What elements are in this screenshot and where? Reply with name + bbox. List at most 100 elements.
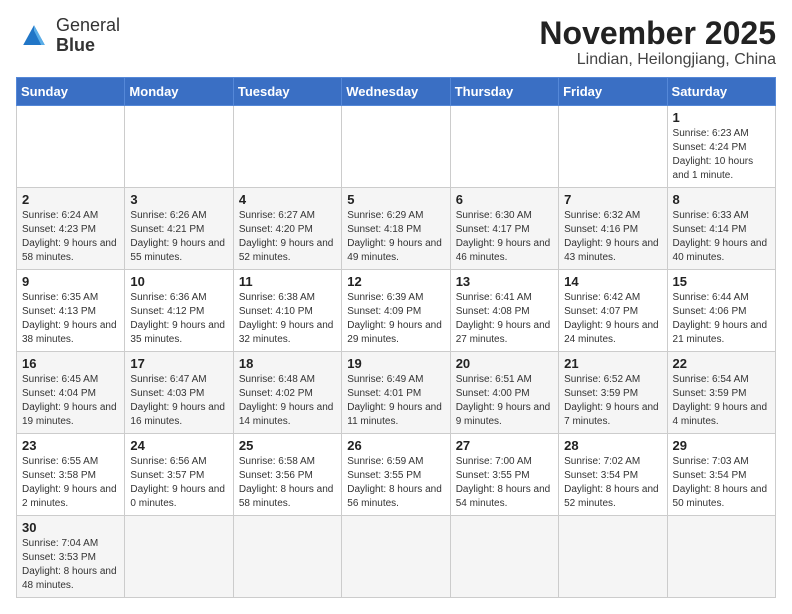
day-number: 30: [22, 520, 119, 535]
calendar-cell: 10 Sunrise: 6:36 AMSunset: 4:12 PMDayligh…: [125, 270, 233, 352]
day-number: 11: [239, 274, 336, 289]
calendar-week-1: 1 Sunrise: 6:23 AMSunset: 4:24 PMDaylight…: [17, 106, 776, 188]
calendar-week-2: 2Sunrise: 6:24 AMSunset: 4:23 PMDaylight…: [17, 188, 776, 270]
page-header: GeneralBlue November 2025 Lindian, Heilo…: [16, 16, 776, 69]
day-info: Sunrise: 6:58 AMSunset: 3:56 PMDaylight:…: [239, 455, 336, 511]
logo: GeneralBlue: [16, 16, 120, 56]
day-number: 29: [673, 438, 770, 453]
day-info: Sunrise: 6:29 AMSunset: 4:18 PMDaylight:…: [347, 209, 444, 265]
day-info: Sunrise: 6:47 AMSunset: 4:03 PMDaylight:…: [130, 373, 227, 429]
day-number: 27: [456, 438, 553, 453]
calendar-cell: 29 Sunrise: 7:03 AMSunset: 3:54 PMDayligh…: [667, 434, 775, 516]
day-number: 8: [673, 192, 770, 207]
day-number: 4: [239, 192, 336, 207]
generalblue-logo-icon: [16, 18, 52, 54]
day-info: Sunrise: 6:30 AMSunset: 4:17 PMDaylight:…: [456, 209, 553, 265]
calendar-cell: 16 Sunrise: 6:45 AMSunset: 4:04 PMDayligh…: [17, 352, 125, 434]
day-info: Sunrise: 6:26 AMSunset: 4:21 PMDaylight:…: [130, 209, 227, 265]
calendar-cell: 15Sunrise: 6:44 AMSunset: 4:06 PMDayligh…: [667, 270, 775, 352]
day-info: Sunrise: 6:55 AMSunset: 3:58 PMDaylight:…: [22, 455, 119, 511]
day-number: 26: [347, 438, 444, 453]
calendar-cell: [450, 106, 558, 188]
day-info: Sunrise: 7:03 AMSunset: 3:54 PMDaylight:…: [673, 455, 770, 511]
day-info: Sunrise: 6:45 AMSunset: 4:04 PMDaylight:…: [22, 373, 119, 429]
logo-text: GeneralBlue: [56, 16, 120, 56]
day-info: Sunrise: 6:32 AMSunset: 4:16 PMDaylight:…: [564, 209, 661, 265]
weekday-header-tuesday: Tuesday: [233, 78, 341, 106]
day-number: 28: [564, 438, 661, 453]
weekday-header-row: SundayMondayTuesdayWednesdayThursdayFrid…: [17, 78, 776, 106]
calendar-cell: 5 Sunrise: 6:29 AMSunset: 4:18 PMDaylight…: [342, 188, 450, 270]
calendar-week-3: 9 Sunrise: 6:35 AMSunset: 4:13 PMDaylight…: [17, 270, 776, 352]
calendar-cell: 24 Sunrise: 6:56 AMSunset: 3:57 PMDayligh…: [125, 434, 233, 516]
day-info: Sunrise: 6:33 AMSunset: 4:14 PMDaylight:…: [673, 209, 770, 265]
calendar-cell: 30 Sunrise: 7:04 AMSunset: 3:53 PMDayligh…: [17, 516, 125, 598]
day-number: 5: [347, 192, 444, 207]
calendar-cell: 8 Sunrise: 6:33 AMSunset: 4:14 PMDaylight…: [667, 188, 775, 270]
calendar-week-5: 23 Sunrise: 6:55 AMSunset: 3:58 PMDayligh…: [17, 434, 776, 516]
calendar-cell: 3 Sunrise: 6:26 AMSunset: 4:21 PMDaylight…: [125, 188, 233, 270]
day-number: 2: [22, 192, 119, 207]
calendar-cell: [559, 106, 667, 188]
weekday-header-monday: Monday: [125, 78, 233, 106]
day-number: 15: [673, 274, 770, 289]
weekday-header-friday: Friday: [559, 78, 667, 106]
calendar-cell: [667, 516, 775, 598]
day-info: Sunrise: 6:27 AMSunset: 4:20 PMDaylight:…: [239, 209, 336, 265]
calendar-cell: 11 Sunrise: 6:38 AMSunset: 4:10 PMDayligh…: [233, 270, 341, 352]
weekday-header-wednesday: Wednesday: [342, 78, 450, 106]
day-number: 24: [130, 438, 227, 453]
calendar-cell: 20Sunrise: 6:51 AMSunset: 4:00 PMDayligh…: [450, 352, 558, 434]
calendar-cell: 21 Sunrise: 6:52 AMSunset: 3:59 PMDayligh…: [559, 352, 667, 434]
calendar-cell: 1 Sunrise: 6:23 AMSunset: 4:24 PMDaylight…: [667, 106, 775, 188]
calendar-cell: 25 Sunrise: 6:58 AMSunset: 3:56 PMDayligh…: [233, 434, 341, 516]
day-info: Sunrise: 6:23 AMSunset: 4:24 PMDaylight:…: [673, 127, 770, 183]
day-number: 9: [22, 274, 119, 289]
calendar-cell: [125, 516, 233, 598]
day-number: 12: [347, 274, 444, 289]
day-number: 23: [22, 438, 119, 453]
day-info: Sunrise: 6:38 AMSunset: 4:10 PMDaylight:…: [239, 291, 336, 347]
calendar-cell: 9 Sunrise: 6:35 AMSunset: 4:13 PMDaylight…: [17, 270, 125, 352]
day-number: 13: [456, 274, 553, 289]
day-number: 10: [130, 274, 227, 289]
calendar-cell: [342, 516, 450, 598]
month-title: November 2025: [539, 16, 776, 51]
day-number: 22: [673, 356, 770, 371]
day-info: Sunrise: 6:36 AMSunset: 4:12 PMDaylight:…: [130, 291, 227, 347]
day-number: 3: [130, 192, 227, 207]
calendar-cell: 19 Sunrise: 6:49 AMSunset: 4:01 PMDayligh…: [342, 352, 450, 434]
day-number: 19: [347, 356, 444, 371]
day-info: Sunrise: 6:51 AMSunset: 4:00 PMDaylight:…: [456, 373, 553, 429]
calendar-cell: [342, 106, 450, 188]
day-info: Sunrise: 6:56 AMSunset: 3:57 PMDaylight:…: [130, 455, 227, 511]
title-area: November 2025 Lindian, Heilongjiang, Chi…: [539, 16, 776, 69]
day-number: 7: [564, 192, 661, 207]
day-info: Sunrise: 6:35 AMSunset: 4:13 PMDaylight:…: [22, 291, 119, 347]
day-info: Sunrise: 6:49 AMSunset: 4:01 PMDaylight:…: [347, 373, 444, 429]
day-info: Sunrise: 6:48 AMSunset: 4:02 PMDaylight:…: [239, 373, 336, 429]
calendar-cell: [233, 106, 341, 188]
calendar-cell: 18 Sunrise: 6:48 AMSunset: 4:02 PMDayligh…: [233, 352, 341, 434]
day-number: 16: [22, 356, 119, 371]
day-number: 1: [673, 110, 770, 125]
day-number: 17: [130, 356, 227, 371]
calendar-cell: 14Sunrise: 6:42 AMSunset: 4:07 PMDayligh…: [559, 270, 667, 352]
day-info: Sunrise: 6:52 AMSunset: 3:59 PMDaylight:…: [564, 373, 661, 429]
calendar-week-4: 16 Sunrise: 6:45 AMSunset: 4:04 PMDayligh…: [17, 352, 776, 434]
calendar-cell: 4 Sunrise: 6:27 AMSunset: 4:20 PMDaylight…: [233, 188, 341, 270]
day-info: Sunrise: 6:41 AMSunset: 4:08 PMDaylight:…: [456, 291, 553, 347]
day-info: Sunrise: 7:04 AMSunset: 3:53 PMDaylight:…: [22, 537, 119, 593]
calendar-cell: 2Sunrise: 6:24 AMSunset: 4:23 PMDaylight…: [17, 188, 125, 270]
calendar-cell: 7 Sunrise: 6:32 AMSunset: 4:16 PMDaylight…: [559, 188, 667, 270]
calendar-cell: 23 Sunrise: 6:55 AMSunset: 3:58 PMDayligh…: [17, 434, 125, 516]
day-info: Sunrise: 6:54 AMSunset: 3:59 PMDaylight:…: [673, 373, 770, 429]
calendar-cell: [559, 516, 667, 598]
day-number: 25: [239, 438, 336, 453]
day-number: 21: [564, 356, 661, 371]
calendar-table: SundayMondayTuesdayWednesdayThursdayFrid…: [16, 77, 776, 598]
calendar-cell: [125, 106, 233, 188]
day-number: 18: [239, 356, 336, 371]
weekday-header-saturday: Saturday: [667, 78, 775, 106]
day-info: Sunrise: 6:39 AMSunset: 4:09 PMDaylight:…: [347, 291, 444, 347]
